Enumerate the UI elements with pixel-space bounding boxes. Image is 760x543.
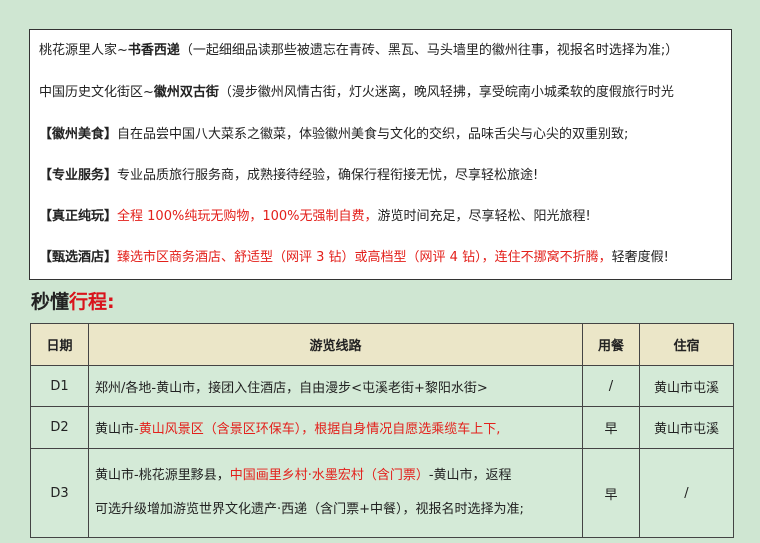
feature-hotel: 【甄选酒店】臻选市区商务酒店、舒适型（网评 3 钻）或高档型（网评 4 钻），连… — [39, 250, 669, 266]
intro-line-streets-prefix: 中国历史文化街区~ — [39, 85, 154, 100]
row-day: D3 — [30, 448, 89, 538]
feature-food-text: 自在品尝中国八大菜系之徽菜，体验徽州美食与文化的交织，品味舌尖与心尖的双重别致; — [117, 127, 629, 142]
row-day: D2 — [30, 406, 89, 449]
row-route-highlight: 黄山风景区（含景区环保车），根据自身情况自愿选乘缆车上下, — [138, 422, 501, 437]
row-meal: 早 — [582, 448, 640, 538]
header-stay: 住宿 — [639, 323, 734, 366]
feature-hotel-text: 轻奢度假! — [611, 250, 669, 265]
table-row: D3 黄山市-桃花源里黟县，中国画里乡村·水墨宏村（含门票）-黄山市，返程 可选… — [30, 448, 734, 538]
row-route: 黄山市-桃花源里黟县，中国画里乡村·水墨宏村（含门票）-黄山市，返程 可选升级增… — [88, 448, 583, 538]
feature-service: 【专业服务】专业品质旅行服务商，成熟接待经验，确保行程衔接无忧，尽享轻松旅途! — [39, 168, 538, 184]
row-route-start: 黄山市-桃花源里黟县， — [95, 468, 230, 483]
feature-pure-highlight: 全程 100%纯玩无购物，100%无强制自费， — [117, 209, 378, 224]
feature-hotel-highlight: 臻选市区商务酒店、舒适型（网评 3 钻）或高档型（网评 4 钻），连住不挪窝不折… — [117, 250, 612, 265]
intro-line-xidi-highlight: 书香西递 — [127, 43, 180, 58]
row-meal: 早 — [582, 406, 640, 449]
header-route: 游览线路 — [88, 323, 583, 366]
feature-service-tag: 【专业服务】 — [39, 168, 118, 183]
feature-service-text: 专业品质旅行服务商，成熟接待经验，确保行程衔接无忧，尽享轻松旅途! — [117, 168, 539, 183]
intro-line-streets-highlight: 徽州双古街 — [153, 85, 219, 100]
row-day: D1 — [30, 365, 89, 407]
row-stay: 黄山市屯溪 — [639, 365, 734, 407]
section-title-red: 行程: — [69, 291, 115, 313]
row-route-start: 黄山市- — [95, 422, 139, 437]
feature-pure-text: 游览时间充足，尽享轻松、阳光旅程! — [377, 209, 591, 224]
row-route: 黄山市-黄山风景区（含景区环保车），根据自身情况自愿选乘缆车上下, — [88, 406, 583, 449]
header-date: 日期 — [30, 323, 89, 366]
row-route-end: -黄山市，返程 — [428, 468, 512, 483]
feature-food-tag: 【徽州美食】 — [39, 127, 118, 142]
intro-line-streets-desc: （漫步徽州风情古街，灯火迷离，晚风轻拂，享受皖南小城柔软的度假旅行时光 — [218, 85, 674, 100]
row-route-line2: 可选升级增加游览世界文化遗产·西递（含门票+中餐），视报名时选择为准; — [95, 502, 524, 517]
table-row: D1 郑州/各地-黄山市，接团入住酒店，自由漫步<屯溪老街+黎阳水街> / 黄山… — [30, 365, 734, 407]
section-title: 秒懂行程: — [31, 290, 115, 314]
intro-line-xidi: 桃花源里人家~书香西递（一起细细品读那些被遗忘在青砖、黑瓦、马头墙里的徽州往事，… — [39, 43, 678, 59]
highlights-box: 桃花源里人家~书香西递（一起细细品读那些被遗忘在青砖、黑瓦、马头墙里的徽州往事，… — [29, 29, 732, 280]
feature-hotel-tag: 【甄选酒店】 — [39, 250, 118, 265]
table-row: D2 黄山市-黄山风景区（含景区环保车），根据自身情况自愿选乘缆车上下, 早 黄… — [30, 406, 734, 449]
intro-line-xidi-desc: （一起细细品读那些被遗忘在青砖、黑瓦、马头墙里的徽州往事，视报名时选择为准;） — [179, 43, 679, 58]
feature-pure: 【真正纯玩】全程 100%纯玩无购物，100%无强制自费，游览时间充足，尽享轻松… — [39, 209, 591, 225]
row-route: 郑州/各地-黄山市，接团入住酒店，自由漫步<屯溪老街+黎阳水街> — [88, 365, 583, 407]
intro-line-streets: 中国历史文化街区~徽州双古街（漫步徽州风情古街，灯火迷离，晚风轻拂，享受皖南小城… — [39, 85, 674, 101]
section-title-black: 秒懂 — [31, 291, 70, 313]
intro-line-xidi-prefix: 桃花源里人家~ — [39, 43, 128, 58]
feature-food: 【徽州美食】自在品尝中国八大菜系之徽菜，体验徽州美食与文化的交织，品味舌尖与心尖… — [39, 127, 628, 143]
header-meal: 用餐 — [582, 323, 640, 366]
row-stay: 黄山市屯溪 — [639, 406, 734, 449]
itinerary-table: 日期 游览线路 用餐 住宿 D1 郑州/各地-黄山市，接团入住酒店，自由漫步<屯… — [30, 323, 734, 538]
row-stay: / — [639, 448, 734, 538]
row-route-line1: 黄山市-桃花源里黟县，中国画里乡村·水墨宏村（含门票）-黄山市，返程 — [95, 467, 576, 485]
row-meal: / — [582, 365, 640, 407]
table-header-row: 日期 游览线路 用餐 住宿 — [30, 323, 734, 366]
feature-pure-tag: 【真正纯玩】 — [39, 209, 118, 224]
row-route-highlight: 中国画里乡村·水墨宏村（含门票） — [229, 468, 429, 483]
